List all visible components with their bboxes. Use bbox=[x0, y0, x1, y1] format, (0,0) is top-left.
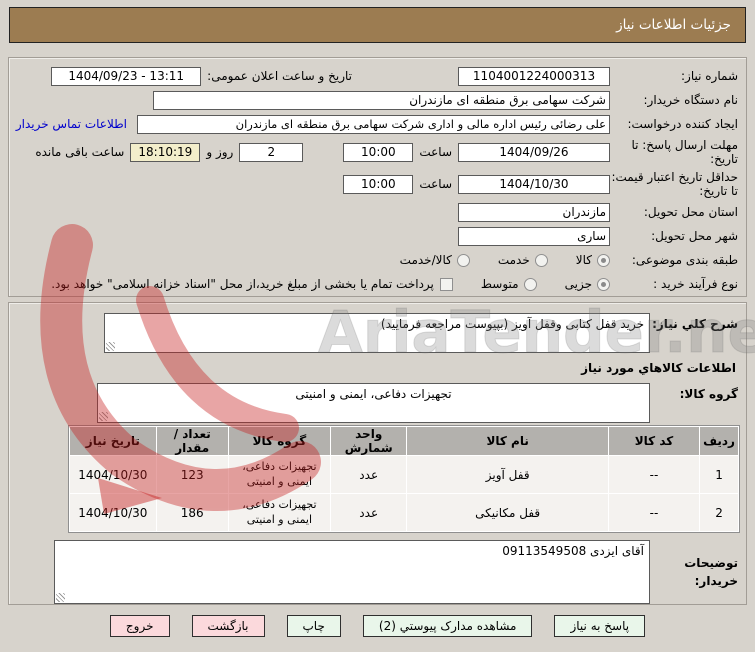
buyer-notes-row: توضیحات خریدار: آقای ایزدی 09113549508 bbox=[13, 540, 742, 604]
need-detail-panel: شرح کلي نیاز: خرید قفل کتابی وقفل آویز (… bbox=[8, 302, 747, 605]
buyer-contact-link[interactable]: اطلاعات تماس خریدار bbox=[16, 117, 127, 131]
process-option-medium[interactable]: متوسط bbox=[481, 277, 537, 291]
validity-time-field[interactable]: 10:00 bbox=[343, 174, 414, 194]
process-option-label: جزیی bbox=[564, 277, 592, 291]
deadline-label: مهلت ارسال پاسخ: تا تاریخ: bbox=[631, 137, 738, 166]
page-title: جزئیات اطلاعات نیاز bbox=[9, 7, 746, 43]
treasury-payment-option[interactable]: پرداخت تمام یا بخشی از مبلغ خرید،از محل … bbox=[51, 277, 453, 291]
process-option-partial[interactable]: جزیی bbox=[565, 277, 610, 291]
validity-date-field[interactable]: 1404/10/30 bbox=[458, 174, 610, 194]
treasury-payment-label: پرداخت تمام یا بخشی از مبلغ خرید،از محل … bbox=[51, 277, 434, 291]
process-row: نوع فرآیند خرید : جزیی متوسط پرداخت تمام… bbox=[13, 273, 742, 295]
cell-date: 1404/10/30 bbox=[70, 494, 156, 531]
classification-option-goods-service[interactable]: کالا/خدمت bbox=[400, 253, 470, 267]
city-label: شهر محل تحویل: bbox=[651, 228, 738, 243]
buyer-org-label: نام دستگاه خریدار: bbox=[643, 92, 739, 107]
cell-qty: 186 bbox=[156, 494, 228, 531]
creator-field[interactable]: علی رضائی رئیس اداره مالی و اداری شرکت س… bbox=[137, 114, 610, 134]
need-number-field[interactable]: 1104001224000313 bbox=[458, 66, 610, 86]
classification-option-service[interactable]: خدمت bbox=[498, 253, 548, 267]
cell-group: تجهیزات دفاعی، ایمنی و امنیتی bbox=[228, 494, 331, 531]
countdown-days-suffix: روز و bbox=[206, 145, 234, 159]
need-info-panel: شماره نیاز: 1104001224000313 تاریخ و ساع… bbox=[8, 57, 747, 297]
city-field[interactable]: ساری bbox=[458, 226, 610, 246]
validity-label: حداقل تاریخ اعتبار قیمت: تا تاریخ: bbox=[611, 169, 738, 198]
goods-table: ردیف کد کالا نام کالا واحد شمارش گروه کا… bbox=[68, 425, 740, 533]
goods-section-header: اطلاعات کالاهاي مورد نیاز bbox=[581, 361, 736, 375]
goods-group-row: گروه کالا: تجهیزات دفاعی، ایمنی و امنیتی bbox=[13, 383, 742, 423]
view-attached-docs-button[interactable]: مشاهده مدارک پیوستي (2) bbox=[362, 615, 533, 637]
cell-code: -- bbox=[608, 494, 700, 531]
deadline-date-field[interactable]: 1404/09/26 bbox=[458, 142, 610, 162]
cell-row: 2 bbox=[700, 494, 738, 531]
radio-icon[interactable] bbox=[456, 253, 470, 267]
process-label: نوع فرآیند خرید : bbox=[653, 276, 738, 291]
classification-label: طبقه بندی موضوعی: bbox=[631, 252, 738, 267]
print-button[interactable]: چاپ bbox=[286, 615, 341, 637]
validity-time-label: ساعت bbox=[419, 177, 452, 191]
action-button-bar: پاسخ به نیاز مشاهده مدارک پیوستي (2) چاپ… bbox=[0, 615, 755, 637]
cell-qty: 123 bbox=[156, 456, 228, 493]
creator-label: ایجاد کننده درخواست: bbox=[627, 116, 738, 131]
description-textarea[interactable]: خرید قفل کتابی وقفل آویز (بپیوست مراجعه … bbox=[104, 313, 650, 353]
cell-row: 1 bbox=[700, 456, 738, 493]
checkbox-icon[interactable] bbox=[439, 277, 453, 291]
classification-option-goods[interactable]: کالا bbox=[576, 253, 610, 267]
goods-table-header-row: ردیف کد کالا نام کالا واحد شمارش گروه کا… bbox=[70, 427, 738, 455]
description-label: شرح کلي نیاز: bbox=[652, 317, 738, 331]
col-group: گروه کالا bbox=[228, 427, 331, 455]
need-number-label: شماره نیاز: bbox=[681, 68, 738, 83]
description-row: شرح کلي نیاز: خرید قفل کتابی وقفل آویز (… bbox=[13, 313, 742, 353]
buyer-notes-label: توضیحات خریدار: bbox=[684, 556, 738, 588]
goods-group-textarea[interactable]: تجهیزات دفاعی، ایمنی و امنیتی bbox=[97, 383, 650, 423]
col-row: ردیف bbox=[700, 427, 738, 455]
cell-group: تجهیزات دفاعی، ایمنی و امنیتی bbox=[228, 456, 331, 493]
buyer-org-row: نام دستگاه خریدار: شرکت سهامی برق منطقه … bbox=[13, 89, 742, 111]
countdown-time-suffix: ساعت باقی مانده bbox=[35, 145, 125, 159]
countdown-time-field: 18:10:19 bbox=[130, 142, 201, 162]
table-row: 1 -- قفل آویز عدد تجهیزات دفاعی، ایمنی و… bbox=[70, 456, 738, 493]
classification-row: طبقه بندی موضوعی: کالا خدمت کالا/خدمت bbox=[13, 249, 742, 271]
province-row: استان محل تحویل: مازندران bbox=[13, 201, 742, 223]
classification-option-label: خدمت bbox=[497, 253, 530, 267]
table-row: 2 -- قفل مکانیکی عدد تجهیزات دفاعی، ایمن… bbox=[70, 494, 738, 531]
process-option-label: متوسط bbox=[480, 277, 519, 291]
city-row: شهر محل تحویل: ساری bbox=[13, 225, 742, 247]
cell-unit: عدد bbox=[331, 494, 407, 531]
radio-selected-icon[interactable] bbox=[597, 277, 610, 291]
deadline-time-label: ساعت bbox=[419, 145, 452, 159]
classification-option-label: کالا bbox=[575, 253, 592, 267]
cell-unit: عدد bbox=[331, 456, 407, 493]
buyer-notes-textarea[interactable]: آقای ایزدی 09113549508 bbox=[54, 540, 650, 604]
radio-icon[interactable] bbox=[534, 253, 548, 267]
respond-to-need-button[interactable]: پاسخ به نیاز bbox=[554, 615, 646, 637]
radio-icon[interactable] bbox=[523, 277, 537, 291]
countdown-days-field: 2 bbox=[239, 142, 304, 162]
creator-row: ایجاد کننده درخواست: علی رضائی رئیس ادار… bbox=[13, 113, 742, 135]
validity-row: حداقل تاریخ اعتبار قیمت: تا تاریخ: 1404/… bbox=[13, 169, 742, 199]
province-field[interactable]: مازندران bbox=[458, 202, 610, 222]
cell-name: قفل مکانیکی bbox=[407, 494, 608, 531]
classification-option-label: کالا/خدمت bbox=[399, 253, 452, 267]
col-code: کد کالا bbox=[608, 427, 700, 455]
need-number-row: شماره نیاز: 1104001224000313 تاریخ و ساع… bbox=[13, 65, 742, 87]
deadline-time-field[interactable]: 10:00 bbox=[343, 142, 414, 162]
deadline-row: مهلت ارسال پاسخ: تا تاریخ: 1404/09/26 سا… bbox=[13, 137, 742, 167]
announce-label: تاریخ و ساعت اعلان عمومی: bbox=[207, 68, 352, 83]
exit-button[interactable]: خروج bbox=[109, 615, 170, 637]
cell-name: قفل آویز bbox=[407, 456, 608, 493]
col-date: تاریخ نیاز bbox=[70, 427, 156, 455]
col-qty: تعداد / مقدار bbox=[156, 427, 228, 455]
cell-date: 1404/10/30 bbox=[70, 456, 156, 493]
radio-selected-icon[interactable] bbox=[597, 253, 610, 267]
announce-datetime-field[interactable]: 1404/09/23 - 13:11 bbox=[51, 66, 202, 86]
buyer-org-field[interactable]: شرکت سهامی برق منطقه ای مازندران bbox=[153, 90, 610, 110]
cell-code: -- bbox=[608, 456, 700, 493]
back-button[interactable]: بازگشت bbox=[191, 615, 265, 637]
province-label: استان محل تحویل: bbox=[643, 204, 738, 219]
goods-group-label: گروه کالا: bbox=[679, 387, 738, 401]
col-name: نام کالا bbox=[407, 427, 608, 455]
col-unit: واحد شمارش bbox=[331, 427, 407, 455]
